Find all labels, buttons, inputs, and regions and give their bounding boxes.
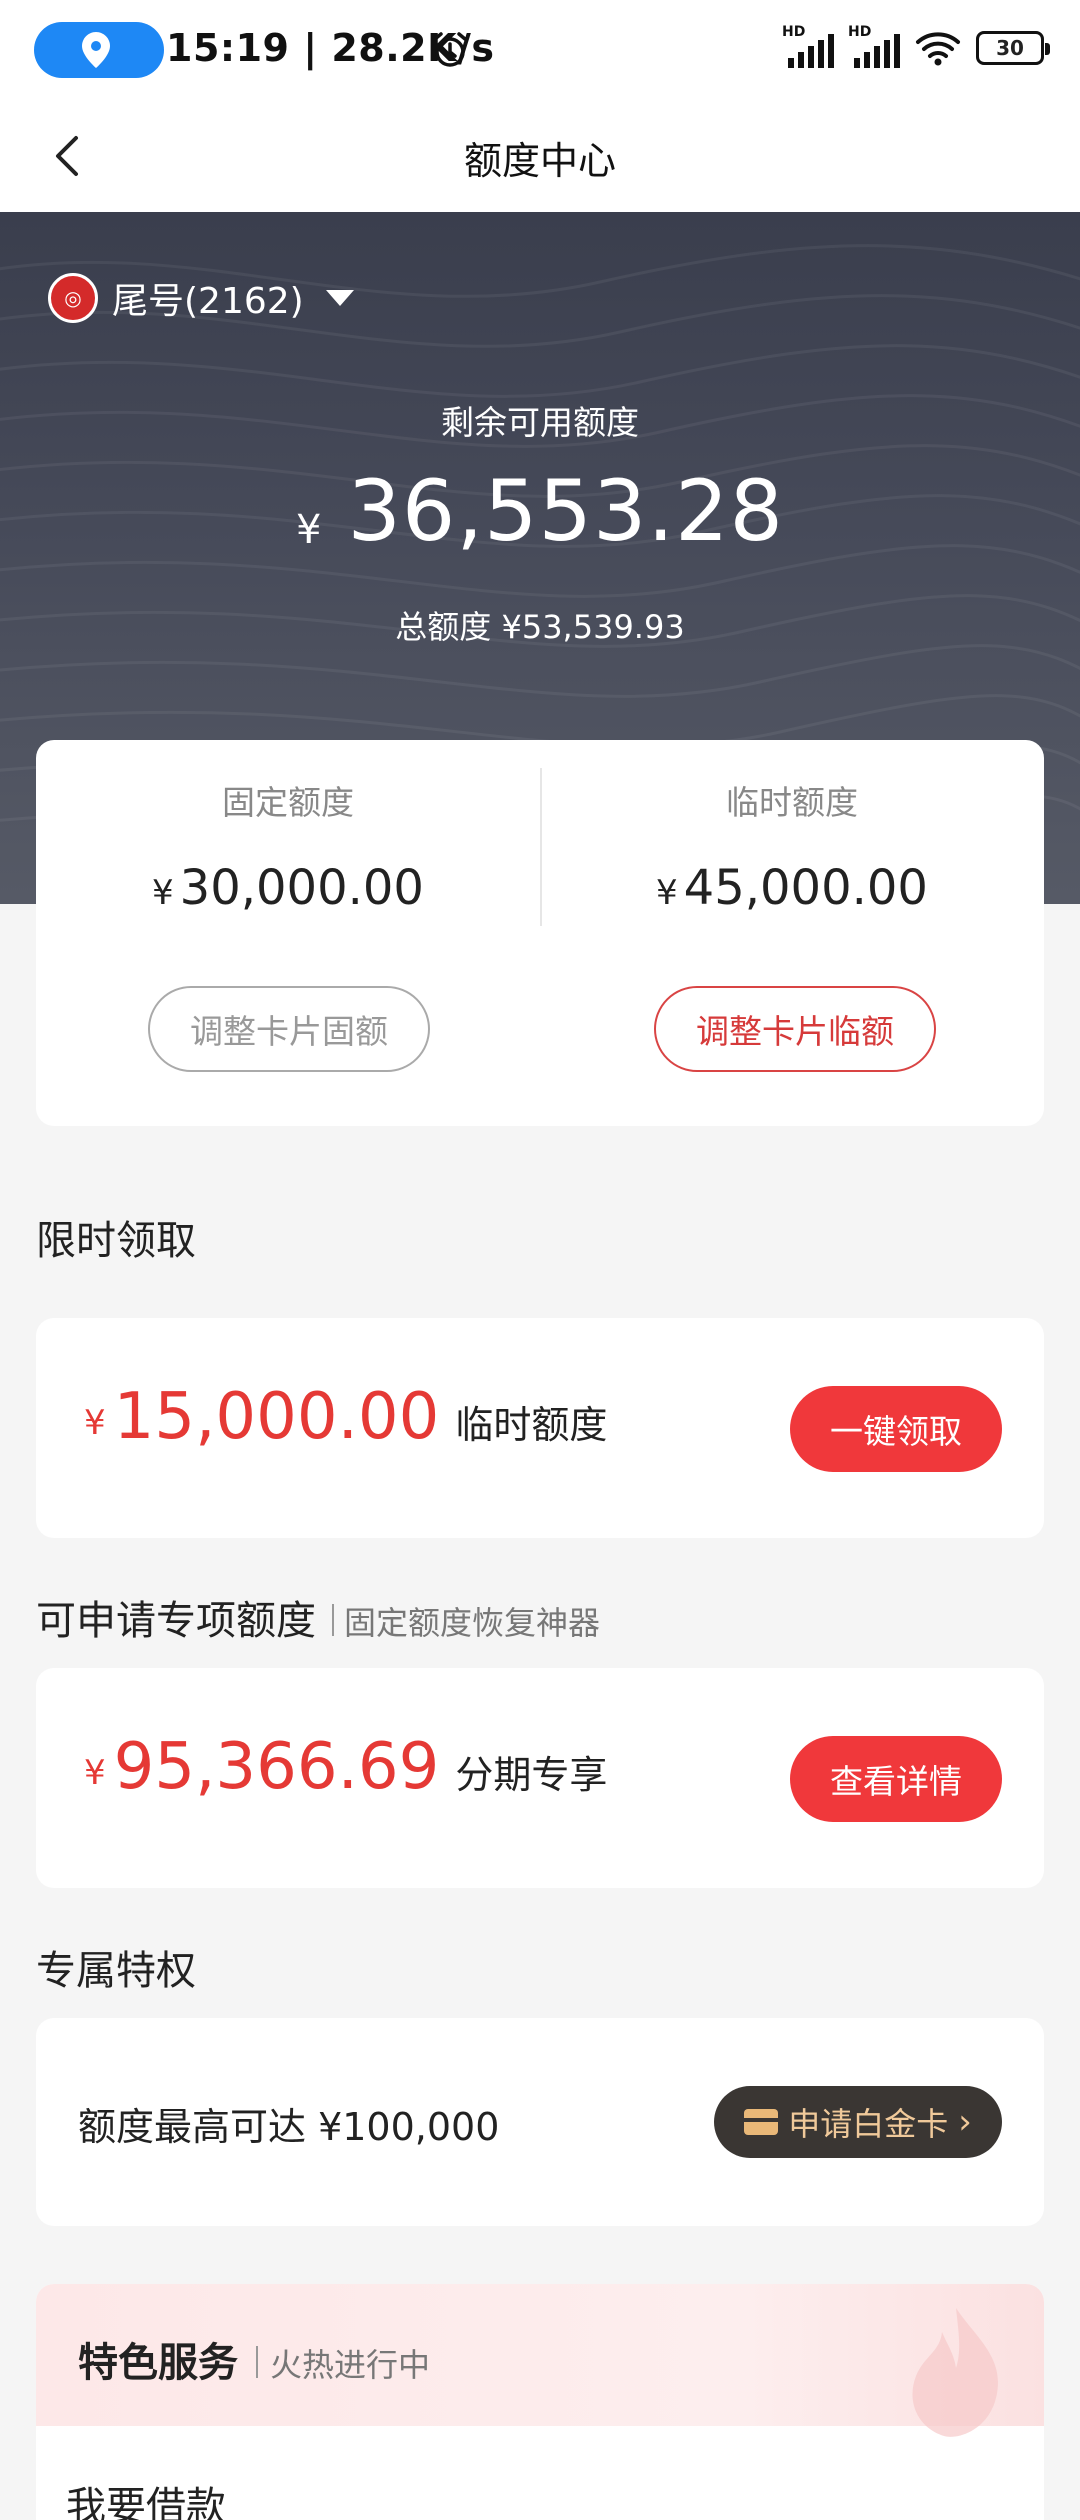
feature-subtitle: 火热进行中 xyxy=(270,2346,431,2384)
clock-text: 15:19 xyxy=(166,26,290,70)
adjust-fixed-quota-button[interactable]: 调整卡片固额 xyxy=(148,986,430,1072)
chevron-right-icon: › xyxy=(958,2102,972,2142)
view-details-button[interactable]: 查看详情 xyxy=(790,1736,1002,1822)
location-pin-icon xyxy=(82,32,110,68)
alarm-icon xyxy=(433,32,467,67)
wifi-icon xyxy=(916,32,960,66)
special-offer-card: ¥95,366.69 分期专享 查看详情 xyxy=(36,1668,1044,1888)
apply-platinum-card-button[interactable]: 申请白金卡 › xyxy=(714,2086,1002,2158)
feature-title: 特色服务 火热进行中 xyxy=(78,2330,430,2388)
battery-level: 30 xyxy=(996,36,1024,60)
flame-icon xyxy=(912,2308,998,2437)
credit-card-icon xyxy=(744,2109,779,2135)
limited-offer-card: ¥15,000.00 临时额度 一键领取 xyxy=(36,1318,1044,1538)
temp-quota-column: 临时额度 ¥45,000.00 调整卡片临额 xyxy=(540,740,1044,1126)
currency-symbol: ¥ xyxy=(296,506,322,553)
remaining-credit-amount: ¥36,553.28 xyxy=(0,462,1080,560)
feature-title-text: 特色服务 xyxy=(78,2340,238,2386)
special-title-text: 可申请专项额度 xyxy=(36,1598,316,1644)
remaining-amount-value: 36,553.28 xyxy=(347,462,784,560)
limited-offer-amount: ¥15,000.00 临时额度 xyxy=(84,1380,608,1454)
apply-platinum-label: 申请白金卡 xyxy=(788,2105,949,2143)
battery-icon: 30 xyxy=(976,31,1050,65)
card-selector[interactable]: ◎ 尾号(2162) xyxy=(48,272,354,324)
quota-card: 固定额度 ¥30,000.00 调整卡片固额 临时额度 ¥45,000.00 调… xyxy=(36,740,1044,1126)
special-section-title: 可申请专项额度 固定额度恢复神器 xyxy=(36,1588,600,1646)
special-subtitle: 固定额度恢复神器 xyxy=(344,1604,601,1642)
status-separator: | xyxy=(289,26,332,70)
loan-entry[interactable]: 我要借款 xyxy=(66,2474,226,2520)
total-credit: 总额度 ¥53,539.93 xyxy=(395,608,685,646)
status-bar: 15:19 | 28.2K/s HD HD 30 xyxy=(0,0,1080,100)
special-offer-amount: ¥95,366.69 分期专享 xyxy=(84,1730,608,1804)
special-amount-value: 95,366.69 xyxy=(113,1730,440,1804)
special-offer-desc: 分期专享 xyxy=(455,1753,608,1797)
dropdown-caret-icon xyxy=(325,290,354,306)
adjust-temp-quota-button[interactable]: 调整卡片临额 xyxy=(654,986,936,1072)
status-icons: HD HD 30 xyxy=(782,24,1050,68)
signal-2-icon: HD xyxy=(848,24,900,68)
fixed-quota-column: 固定额度 ¥30,000.00 调整卡片固额 xyxy=(36,740,540,1126)
fixed-quota-value: 30,000.00 xyxy=(179,860,424,916)
remaining-credit-label: 剩余可用额度 xyxy=(441,403,639,442)
card-number-label: 尾号(2162) xyxy=(112,281,304,322)
network-speed: 28.2K/s xyxy=(331,26,495,70)
bank-logo-icon: ◎ xyxy=(48,273,98,323)
fixed-quota-amount: ¥30,000.00 xyxy=(152,860,424,916)
limited-section-title: 限时领取 xyxy=(36,1218,196,1264)
temp-quota-value: 45,000.00 xyxy=(683,860,928,916)
fixed-quota-label: 固定额度 xyxy=(222,783,354,822)
claim-button[interactable]: 一键领取 xyxy=(790,1386,1002,1472)
limited-amount-value: 15,000.00 xyxy=(113,1380,440,1454)
privilege-section-title: 专属特权 xyxy=(36,1948,196,1994)
privilege-card: 额度最高可达 ¥100,000 申请白金卡 › xyxy=(36,2018,1044,2226)
nav-bar: 额度中心 xyxy=(0,100,1080,212)
signal-1-icon: HD xyxy=(782,24,834,68)
temp-quota-amount: ¥45,000.00 xyxy=(656,860,928,916)
feature-services-card: 特色服务 火热进行中 我要借款 xyxy=(36,2284,1044,2520)
limited-offer-desc: 临时额度 xyxy=(455,1403,608,1447)
page-title: 额度中心 xyxy=(463,139,616,183)
privilege-text: 额度最高可达 ¥100,000 xyxy=(78,2105,500,2149)
location-indicator xyxy=(34,22,164,78)
temp-quota-label: 临时额度 xyxy=(726,783,858,822)
